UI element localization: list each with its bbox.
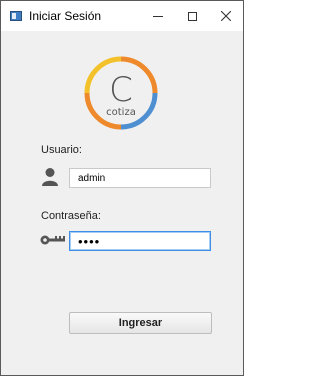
user-icon: [42, 168, 58, 186]
password-label: Contraseña:: [41, 210, 101, 222]
maximize-icon: [187, 11, 197, 21]
maximize-button[interactable]: [175, 1, 209, 31]
logo-text: cotiza: [106, 107, 136, 118]
close-button[interactable]: [209, 1, 243, 31]
logo-letter: C: [109, 70, 133, 110]
username-label: Usuario:: [41, 144, 82, 156]
password-input[interactable]: [69, 231, 211, 251]
key-icon: [40, 235, 65, 245]
login-window: Iniciar Sesión C cotiza Usuario: Contras…: [0, 0, 244, 376]
cotiza-logo: C cotiza: [84, 56, 158, 130]
title-bar[interactable]: Iniciar Sesión: [1, 1, 243, 31]
window-title: Iniciar Sesión: [29, 9, 102, 23]
login-button[interactable]: Ingresar: [69, 312, 212, 334]
minimize-button[interactable]: [141, 1, 175, 31]
minimize-icon: [153, 15, 163, 17]
app-window-icon: [10, 11, 22, 21]
username-input[interactable]: [69, 168, 211, 188]
close-icon: [221, 11, 231, 21]
